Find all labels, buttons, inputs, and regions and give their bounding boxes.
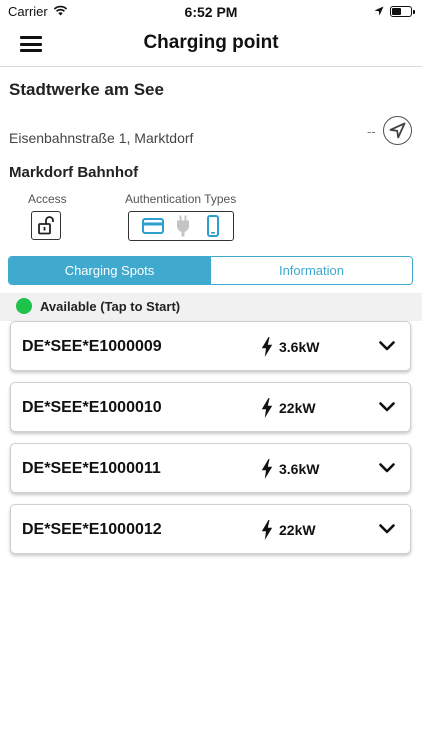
tab-bar: Charging Spots Information [8,256,413,285]
bolt-icon [261,520,273,540]
status-time: 6:52 PM [184,4,238,20]
charging-spot-card[interactable]: DE*SEE*E1000009 3.6kW [10,321,411,371]
location-arrow-icon [374,4,384,19]
access-status [31,211,61,240]
unlocked-padlock-icon [38,216,54,235]
auth-types-box [128,211,234,241]
chevron-down-icon[interactable] [379,402,395,412]
plug-icon [176,215,190,242]
availability-text: Available (Tap to Start) [40,299,181,314]
navigate-button[interactable] [383,116,412,145]
access-label: Access [28,192,67,206]
status-right [374,4,415,19]
navigation-arrow-icon [389,122,406,139]
chevron-down-icon[interactable] [379,463,395,473]
charging-spot-card[interactable]: DE*SEE*E1000010 22kW [10,382,411,432]
spot-power: 22kW [279,522,316,538]
distance-value: -- [367,124,376,139]
spot-id: DE*SEE*E1000010 [22,399,162,416]
spot-id: DE*SEE*E1000012 [22,521,162,538]
tab-information[interactable]: Information [210,257,412,284]
page-title: Charging point [143,32,279,53]
card-icon [142,218,164,239]
nav-bar: Charging point [0,22,422,67]
bolt-icon [261,337,273,357]
tab-charging-spots[interactable]: Charging Spots [9,257,210,284]
spot-power: 3.6kW [279,339,320,355]
availability-row: Available (Tap to Start) [0,293,422,321]
phone-icon [207,215,219,242]
bolt-icon [261,459,273,479]
chevron-down-icon[interactable] [379,341,395,351]
charging-spot-card[interactable]: DE*SEE*E1000012 22kW [10,504,411,554]
status-bar: Carrier 6:52 PM [0,0,422,22]
bolt-icon [261,398,273,418]
battery-icon [390,6,415,17]
auth-types-label: Authentication Types [125,192,237,206]
spot-id: DE*SEE*E1000009 [22,338,162,355]
spot-power: 3.6kW [279,461,320,477]
station-name: Markdorf Bahnhof [9,164,139,181]
availability-dot-icon [16,298,32,314]
chevron-down-icon[interactable] [379,524,395,534]
station-address: Eisenbahnstraße 1, Marktdorf [9,130,194,146]
operator-name: Stadtwerke am See [9,80,164,99]
spot-power: 22kW [279,400,316,416]
spot-id: DE*SEE*E1000011 [22,460,161,477]
charging-spot-card[interactable]: DE*SEE*E1000011 3.6kW [10,443,411,493]
